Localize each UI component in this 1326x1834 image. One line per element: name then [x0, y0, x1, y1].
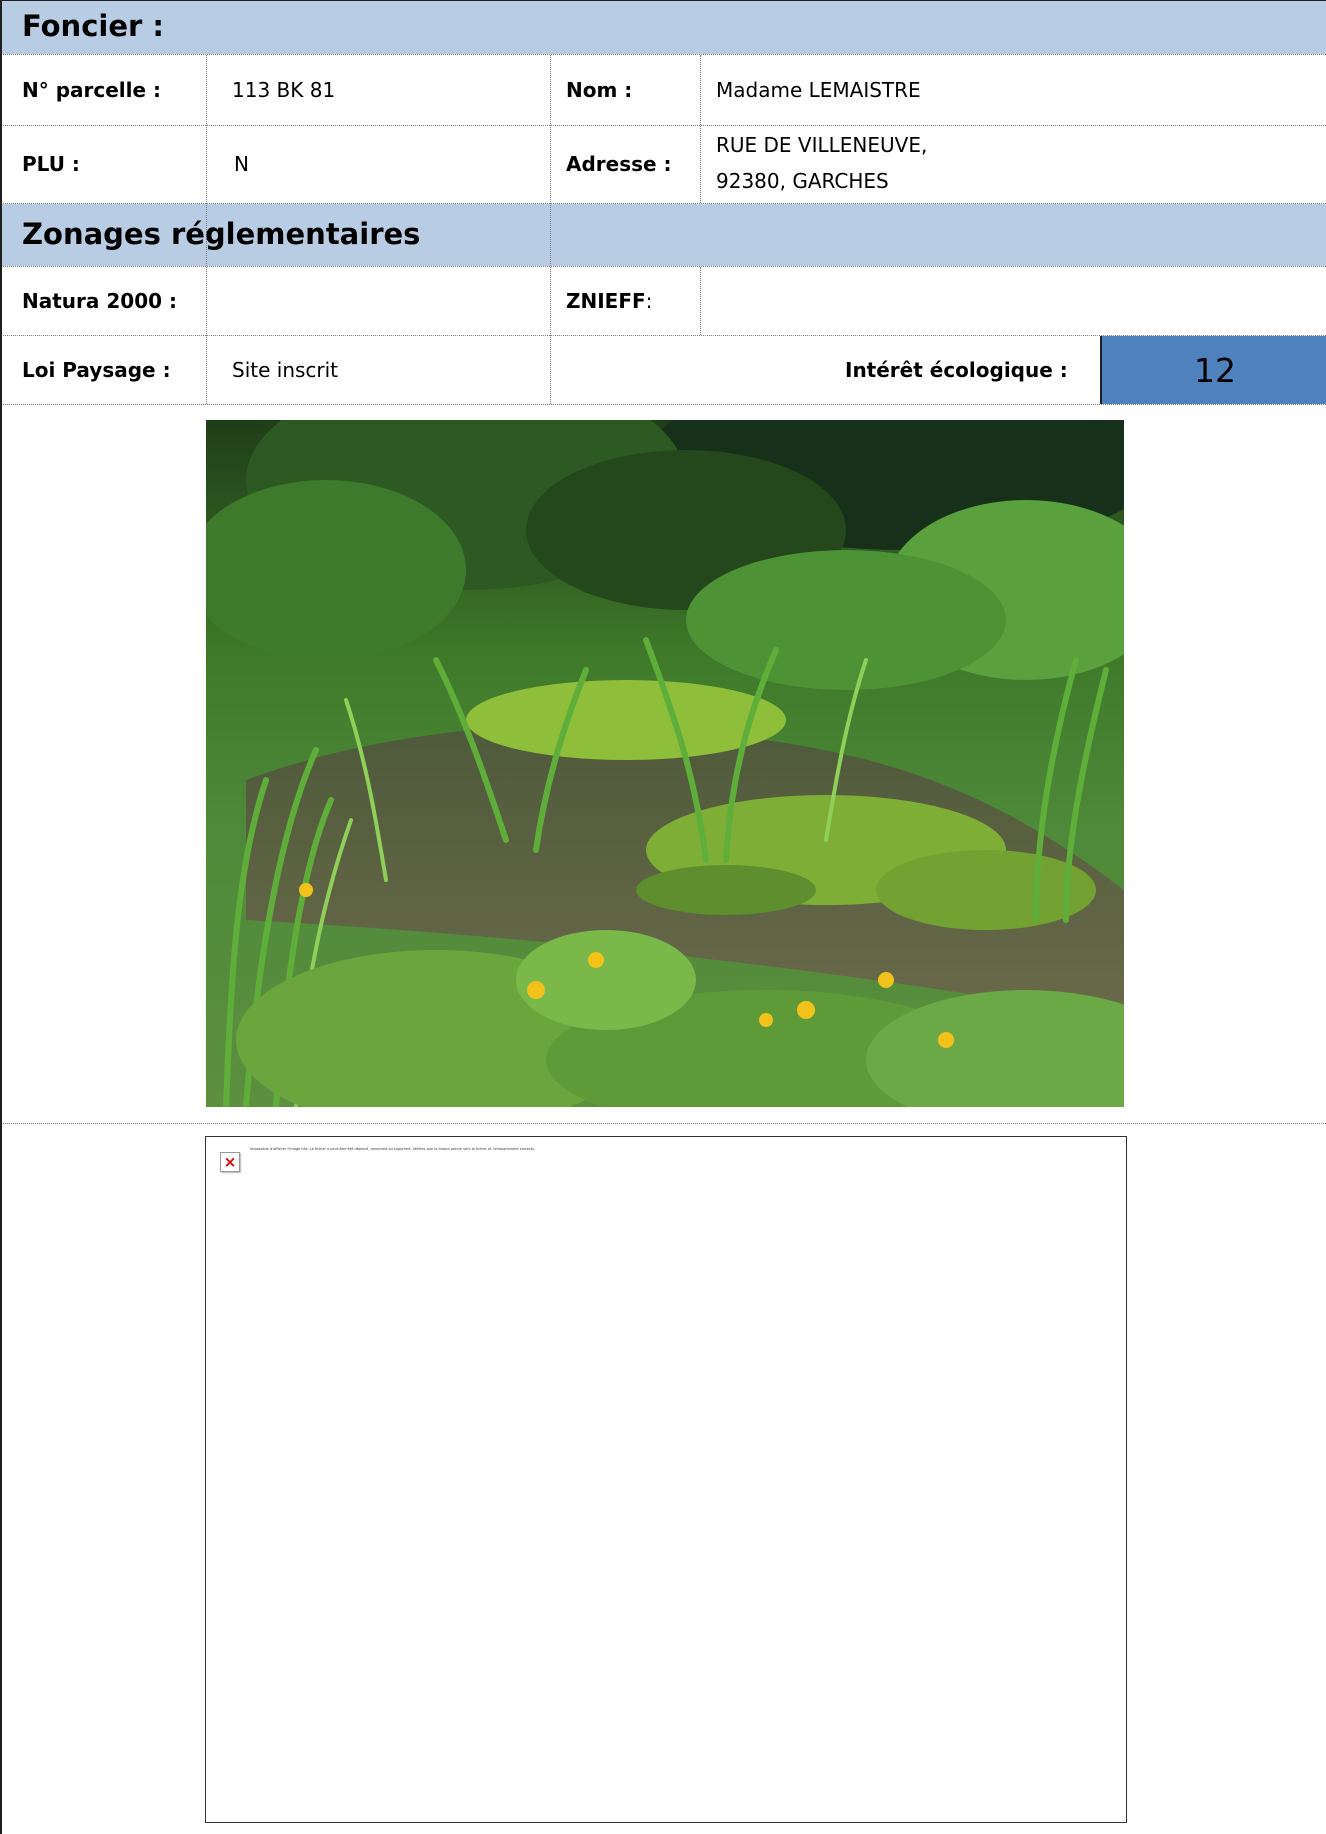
broken-image-frame: × Impossible d'afficher l'image liée. Le… — [205, 1136, 1127, 1823]
zonages-header-band: Zonages réglementaires — [0, 204, 1326, 266]
znieff-label-cell: ZNIEFF : — [566, 267, 652, 335]
loi-paysage-value: Site inscrit — [232, 358, 339, 382]
interet-ecologique-score: 12 — [1100, 336, 1326, 404]
plu-value: N — [234, 152, 249, 176]
znieff-label: ZNIEFF — [566, 289, 646, 313]
zonages-title: Zonages réglementaires — [22, 217, 421, 251]
foncier-header-band: Foncier : — [0, 0, 1326, 54]
natura-2000-label: Natura 2000 : — [22, 289, 177, 313]
plu-label: PLU : — [22, 152, 80, 176]
nom-label: Nom : — [566, 78, 633, 102]
parcelle-value: 113 BK 81 — [232, 78, 336, 102]
broken-image-icon: × — [220, 1152, 240, 1172]
parcelle-label: N° parcelle : — [22, 78, 162, 102]
pond-photo — [206, 420, 1124, 1107]
parcel-sheet: Foncier : N° parcelle : 113 BK 81 Nom : … — [0, 0, 1326, 1834]
broken-image-message: Impossible d'afficher l'image liée. Le f… — [250, 1147, 535, 1151]
adresse-line-1: RUE DE VILLENEUVE, — [716, 133, 928, 157]
nom-value: Madame LEMAISTRE — [716, 78, 921, 102]
loi-paysage-label: Loi Paysage : — [22, 358, 171, 382]
adresse-label: Adresse : — [566, 152, 672, 176]
znieff-colon: : — [645, 289, 653, 313]
adresse-line-2: 92380, GARCHES — [716, 169, 889, 193]
foncier-title: Foncier : — [22, 9, 164, 43]
interet-ecologique-label: Intérêt écologique : — [845, 358, 1068, 382]
